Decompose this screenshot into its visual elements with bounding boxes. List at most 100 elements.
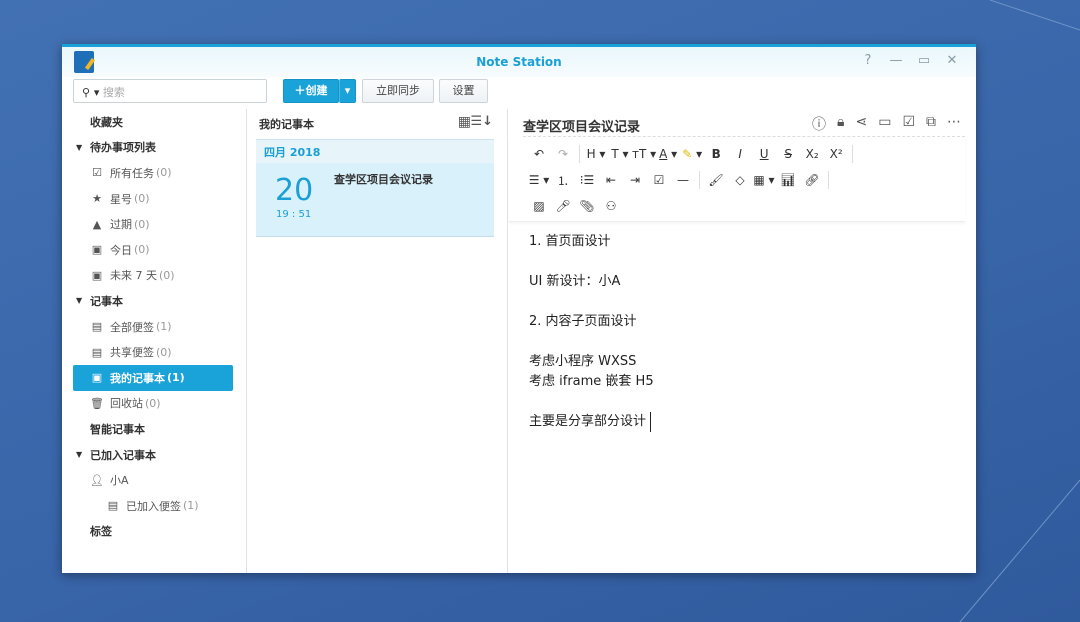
main-toolbar: ⚲ ▾ 搜索 ＋创建 ▾ 立即同步 设置 <box>62 77 976 109</box>
chart-icon[interactable]: 📊︎ <box>776 173 800 187</box>
sidebar-item-today[interactable]: ▣ 今日 (0) <box>62 237 246 263</box>
sidebar-item-shared-notes[interactable]: ▤ 共享便签 (0) <box>62 339 246 365</box>
strikethrough-icon[interactable]: S <box>776 147 800 161</box>
count: (0) <box>156 166 172 180</box>
note-station-window: Note Station ? — ▭ ✕ ⚲ ▾ 搜索 ＋创建 ▾ 立即同步 设… <box>62 44 976 573</box>
notebooks-label: 记事本 <box>90 294 123 308</box>
font-icon[interactable]: T ▾ <box>608 147 632 161</box>
content-line: 1. 首页面设计 <box>529 234 611 249</box>
superscript-icon[interactable]: X² <box>824 147 848 161</box>
sidebar-tags[interactable]: 标签 <box>62 519 246 545</box>
sidebar-item-trash[interactable]: 🗑︎ 回收站 (0) <box>62 391 246 417</box>
format-painter-icon[interactable]: 🖌︎ <box>704 173 728 187</box>
content-line: 考虑小程序 WXSS <box>529 354 637 369</box>
sort-icon[interactable]: ☰↓ <box>470 114 493 129</box>
minimize-icon[interactable]: — <box>888 53 904 68</box>
user-icon: 👤︎ <box>90 473 104 487</box>
sidebar-item-starred[interactable]: ★ 星号 (0) <box>62 186 246 212</box>
numbered-list-icon[interactable]: ⒈ <box>551 172 575 189</box>
binoculars-icon[interactable]: ⚇ <box>599 199 623 213</box>
indent-icon[interactable]: ⇥ <box>623 173 647 187</box>
bold-icon[interactable]: B <box>704 147 728 161</box>
underline-icon[interactable]: U <box>752 147 776 161</box>
lock-icon[interactable]: 🔒︎ <box>837 114 844 134</box>
more-icon[interactable]: ⋯ <box>947 114 961 134</box>
search-placeholder: 搜索 <box>102 86 125 99</box>
image-icon[interactable]: ▨ <box>527 199 551 213</box>
create-button[interactable]: ＋创建 <box>283 79 339 103</box>
maximize-icon[interactable]: ▭ <box>916 53 932 68</box>
count: (1) <box>167 371 185 385</box>
open-new-window-icon[interactable]: ⧉ <box>926 114 936 134</box>
content-line <box>529 252 956 272</box>
sidebar-item-all-notes[interactable]: ▤ 全部便签 (1) <box>62 314 246 340</box>
link-icon[interactable]: 🔗︎ <box>800 173 824 187</box>
outdent-icon[interactable]: ⇤ <box>599 173 623 187</box>
sidebar-smart-notebooks[interactable]: 智能记事本 <box>62 416 246 442</box>
font-color-icon[interactable]: A ▾ <box>656 147 680 161</box>
checkbox-icon: ☑ <box>92 166 102 180</box>
align-icon[interactable]: ☰ ▾ <box>527 173 551 187</box>
plus-icon: ＋ <box>294 84 306 97</box>
sidebar-item-next-7-days[interactable]: ▣ 未来 7 天 (0) <box>62 263 246 289</box>
note-list: 我的记事本 ▦ ☰↓ 四月 2018 20 19 : 51 查学区项目会议记录 <box>248 109 508 573</box>
subscript-icon[interactable]: X₂ <box>800 147 824 161</box>
eraser-icon[interactable]: ◇ <box>728 173 752 187</box>
sidebar-item-user[interactable]: 👤︎ 小A <box>62 467 246 493</box>
content-line <box>529 332 956 352</box>
heading-icon[interactable]: H ▾ <box>584 147 608 161</box>
create-dropdown-button[interactable]: ▾ <box>339 79 356 103</box>
note-time: 19 : 51 <box>276 209 312 220</box>
label: 回收站 <box>110 397 143 411</box>
sidebar-item-joined-notes[interactable]: ▤ 已加入便签 (1) <box>62 493 246 519</box>
joined-label: 已加入记事本 <box>90 448 156 462</box>
count: (0) <box>156 345 172 359</box>
settings-button[interactable]: 设置 <box>439 79 488 103</box>
share-icon[interactable]: ⋖ <box>855 114 867 134</box>
help-icon[interactable]: ? <box>860 53 876 68</box>
sidebar-favorites[interactable]: 收藏夹 <box>62 109 246 135</box>
note-editor: 查学区项目会议记录 ⓘ 🔒︎ ⋖ ▭ ☑ ⧉ ⋯ ↶ ↷ H ▾ T ▾ ᴛT ▾ A ▾ ✎ ▾ B… <box>509 109 976 573</box>
note-list-item[interactable]: 20 19 : 51 查学区项目会议记录 <box>256 163 494 237</box>
count: (1) <box>156 320 172 334</box>
search-icon: ⚲ ▾ <box>82 86 100 99</box>
label: 小A <box>110 474 129 488</box>
table-icon[interactable]: ▦ ▾ <box>752 173 776 187</box>
todo-icon[interactable]: ☑ <box>902 114 915 134</box>
label: 已加入便签 <box>126 499 181 513</box>
sidebar-todo-header[interactable]: ▼ 待办事项列表 <box>62 135 246 161</box>
microphone-icon[interactable]: 🎤︎ <box>551 199 575 213</box>
trash-icon: 🗑︎ <box>90 396 104 410</box>
italic-icon[interactable]: I <box>728 147 752 161</box>
editor-note-title[interactable]: 查学区项目会议记录 <box>523 116 640 135</box>
font-size-icon[interactable]: ᴛT ▾ <box>632 147 656 161</box>
title-bar: Note Station ? — ▭ ✕ <box>62 47 976 77</box>
formatting-toolbar: ↶ ↷ H ▾ T ▾ ᴛT ▾ A ▾ ✎ ▾ B I U S X₂ X² ☰ ▾ ⒈ ⁝☰ ⇤ ⇥ ☑ — … <box>509 137 965 222</box>
attachment-icon[interactable]: 📎︎ <box>575 199 599 213</box>
info-icon[interactable]: ⓘ <box>812 114 826 134</box>
undo-icon[interactable]: ↶ <box>527 147 551 161</box>
sidebar-item-my-notebook[interactable]: ▣ 我的记事本 (1) <box>73 364 233 391</box>
redo-icon[interactable]: ↷ <box>551 147 575 161</box>
close-icon[interactable]: ✕ <box>944 53 960 68</box>
sidebar-item-all-tasks[interactable]: ☑ 所有任务 (0) <box>62 160 246 186</box>
notes-icon: ▤ <box>107 499 119 513</box>
sidebar-joined-header[interactable]: ▼ 已加入记事本 <box>62 442 246 468</box>
checkbox-insert-icon[interactable]: ☑ <box>647 173 671 187</box>
label: 全部便签 <box>110 320 154 334</box>
editor-content[interactable]: 1. 首页面设计 UI 新设计：小A 2. 内容子页面设计 考虑小程序 WXSS… <box>509 222 976 442</box>
sync-now-button[interactable]: 立即同步 <box>362 79 434 103</box>
count: (0) <box>134 217 150 231</box>
caret-down-icon: ▼ <box>76 142 83 152</box>
sidebar-item-overdue[interactable]: ▲ 过期 (0) <box>62 211 246 237</box>
label: 未来 7 天 <box>110 269 157 283</box>
highlight-icon[interactable]: ✎ ▾ <box>680 147 704 161</box>
search-input[interactable]: ⚲ ▾ 搜索 <box>73 79 267 103</box>
horizontal-rule-icon[interactable]: — <box>671 173 695 187</box>
sidebar-notebooks-header[interactable]: ▼ 记事本 <box>62 288 246 314</box>
bullet-list-icon[interactable]: ⁝☰ <box>575 173 599 187</box>
caret-down-icon: ▼ <box>76 296 83 306</box>
grid-view-icon[interactable]: ▦ <box>458 114 471 130</box>
label: 共享便签 <box>110 346 154 360</box>
presentation-icon[interactable]: ▭ <box>878 114 891 134</box>
